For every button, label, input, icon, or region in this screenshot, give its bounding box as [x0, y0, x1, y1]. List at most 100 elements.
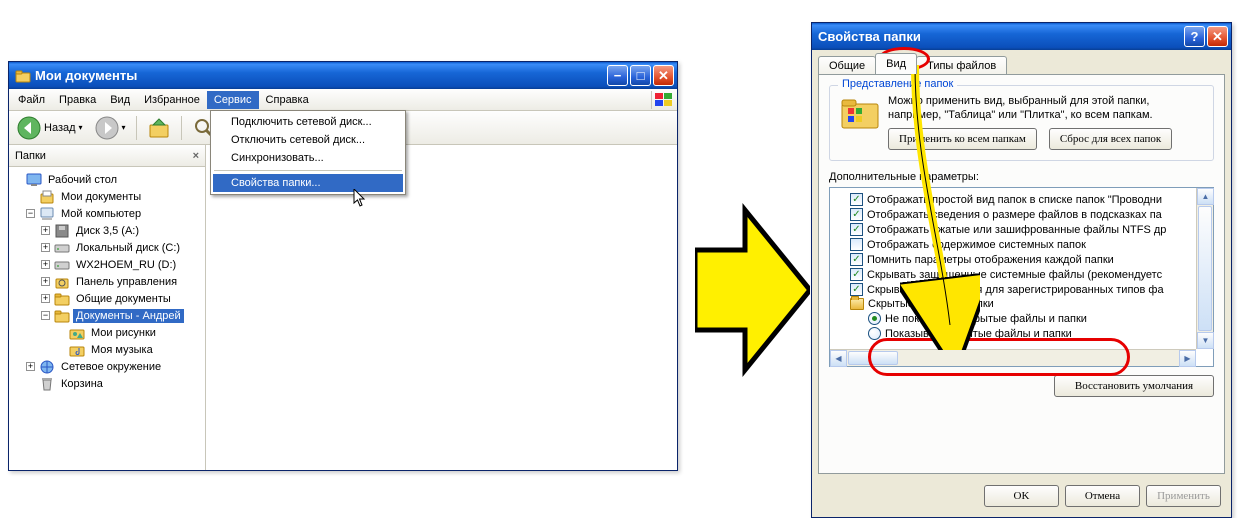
tree-label: Общие документы: [73, 292, 174, 306]
tab-general[interactable]: Общие: [818, 56, 876, 75]
menu-file[interactable]: Файл: [11, 91, 52, 109]
adv-label: Скрывать расширения для зарегистрированн…: [867, 284, 1164, 296]
tab-filetypes[interactable]: Типы файлов: [916, 56, 1007, 75]
scroll-thumb[interactable]: [848, 351, 898, 365]
sidebar-header: Папки: [15, 150, 46, 162]
radio[interactable]: [868, 327, 881, 340]
apply-to-all-button[interactable]: Применить ко всем папкам: [888, 128, 1037, 150]
folder-icon: [15, 68, 31, 84]
folder-icon: [54, 308, 70, 324]
ok-button[interactable]: OK: [984, 485, 1059, 507]
floppy-icon: [54, 223, 70, 239]
tree-node[interactable]: Корзина: [11, 375, 203, 392]
reset-all-button[interactable]: Сброс для всех папок: [1049, 128, 1172, 150]
windows-flag-icon: [651, 91, 675, 109]
folder-tree[interactable]: Рабочий столМои документы−Мой компьютер+…: [9, 167, 205, 470]
apply-button[interactable]: Применить: [1146, 485, 1221, 507]
tree-label: Диск 3,5 (A:): [73, 224, 142, 238]
adv-option[interactable]: ✓ Скрывать расширения для зарегистрирован…: [832, 282, 1211, 297]
checkbox[interactable]: ✓: [850, 223, 863, 236]
checkbox[interactable]: ✓: [850, 283, 863, 296]
adv-label: Не показывать скрытые файлы и папки: [885, 313, 1087, 325]
adv-option[interactable]: Отображать содержимое системных папок: [832, 237, 1211, 252]
collapse-icon[interactable]: −: [26, 209, 35, 218]
forward-button[interactable]: ▾: [91, 114, 130, 142]
menuitem-unmap-drive[interactable]: Отключить сетевой диск...: [213, 131, 403, 149]
tree-node[interactable]: +WX2HOEM_RU (D:): [11, 256, 203, 273]
checkbox[interactable]: ✓: [850, 253, 863, 266]
scroll-right-button[interactable]: ▶: [1179, 350, 1196, 367]
advanced-listbox[interactable]: ✓Отображать простой вид папок в списке п…: [829, 187, 1214, 367]
help-button[interactable]: ?: [1184, 26, 1205, 47]
menu-help[interactable]: Справка: [259, 91, 316, 109]
scrollbar-vertical[interactable]: ▲ ▼: [1196, 188, 1213, 349]
sidebar-close-button[interactable]: ×: [193, 150, 199, 162]
expand-icon[interactable]: +: [41, 260, 50, 269]
tree-node[interactable]: Моя музыка: [11, 341, 203, 358]
menu-view[interactable]: Вид: [103, 91, 137, 109]
scrollbar-horizontal[interactable]: ◀ ▶: [830, 349, 1196, 366]
tree-node[interactable]: +Локальный диск (C:): [11, 239, 203, 256]
adv-option[interactable]: Не показывать скрытые файлы и папки: [832, 311, 1211, 326]
tree-node[interactable]: Рабочий стол: [11, 171, 203, 188]
expand-icon[interactable]: +: [41, 226, 50, 235]
maximize-button[interactable]: □: [630, 65, 651, 86]
tree-node[interactable]: Мои документы: [11, 188, 203, 205]
adv-option[interactable]: ✓Отображать сжатые или зашифрованные фай…: [832, 222, 1211, 237]
scroll-down-button[interactable]: ▼: [1197, 332, 1214, 349]
minimize-button[interactable]: −: [607, 65, 628, 86]
expand-icon[interactable]: +: [41, 243, 50, 252]
folderview-icon: [840, 94, 880, 130]
tree-label: Панель управления: [73, 275, 180, 289]
tree-node[interactable]: Мои рисунки: [11, 324, 203, 341]
adv-option[interactable]: ✓Помнить параметры отображения каждой па…: [832, 252, 1211, 267]
menu-edit[interactable]: Правка: [52, 91, 103, 109]
tree-node[interactable]: +Сетевое окружение: [11, 358, 203, 375]
adv-label: Отображать содержимое системных папок: [867, 239, 1086, 251]
checkbox[interactable]: ✓: [850, 193, 863, 206]
tabstrip: Общие Вид Типы файлов: [812, 50, 1231, 74]
collapse-icon[interactable]: −: [41, 311, 50, 320]
tree-node[interactable]: + Диск 3,5 (A:): [11, 222, 203, 239]
adv-option[interactable]: Показывать скрытые файлы и папки: [832, 326, 1211, 341]
advanced-label: Дополнительные параметры:: [829, 171, 1214, 183]
back-label: Назад: [44, 122, 76, 134]
adv-label: Скрытые файлы и папки: [868, 298, 994, 310]
menu-tools[interactable]: Сервис: [207, 91, 259, 109]
scroll-left-button[interactable]: ◀: [830, 350, 847, 367]
cancel-button[interactable]: Отмена: [1065, 485, 1140, 507]
expand-icon[interactable]: +: [41, 294, 50, 303]
menuitem-folder-options[interactable]: Свойства папки...: [213, 174, 403, 192]
expand-icon[interactable]: +: [41, 277, 50, 286]
group-folder-views: Представление папок Можно применить вид,…: [829, 85, 1214, 161]
menu-favorites[interactable]: Избранное: [137, 91, 207, 109]
checkbox[interactable]: ✓: [850, 268, 863, 281]
checkbox[interactable]: ✓: [850, 208, 863, 221]
twister-spacer: [26, 192, 35, 201]
adv-label: Показывать скрытые файлы и папки: [885, 328, 1072, 340]
tree-node[interactable]: −Документы - Андрей: [11, 307, 203, 324]
folderview-text1: Можно применить вид, выбранный для этой …: [888, 94, 1172, 108]
adv-option[interactable]: ✓Отображать простой вид папок в списке п…: [832, 192, 1211, 207]
close-button[interactable]: ✕: [1207, 26, 1228, 47]
menubar: Файл Правка Вид Избранное Сервис Справка: [9, 89, 677, 111]
tree-node[interactable]: + Панель управления: [11, 273, 203, 290]
checkbox[interactable]: [850, 238, 863, 251]
expand-icon[interactable]: +: [26, 362, 35, 371]
adv-header: Скрытые файлы и папки: [832, 297, 1211, 311]
scroll-up-button[interactable]: ▲: [1197, 188, 1214, 205]
tab-view[interactable]: Вид: [875, 53, 917, 74]
adv-option[interactable]: ✓Отображать сведения о размере файлов в …: [832, 207, 1211, 222]
tree-node[interactable]: −Мой компьютер: [11, 205, 203, 222]
close-button[interactable]: ✕: [653, 65, 674, 86]
scroll-thumb[interactable]: [1198, 206, 1212, 331]
menuitem-map-drive[interactable]: Подключить сетевой диск...: [213, 113, 403, 131]
restore-defaults-button[interactable]: Восстановить умолчания: [1054, 375, 1214, 397]
back-button[interactable]: Назад ▾: [13, 114, 87, 142]
tree-node[interactable]: + Общие документы: [11, 290, 203, 307]
twister-spacer: [13, 175, 22, 184]
radio[interactable]: [868, 312, 881, 325]
menuitem-sync[interactable]: Синхронизовать...: [213, 149, 403, 167]
up-button[interactable]: [143, 114, 175, 142]
adv-option[interactable]: ✓Скрывать защищенные системные файлы (ре…: [832, 267, 1211, 282]
